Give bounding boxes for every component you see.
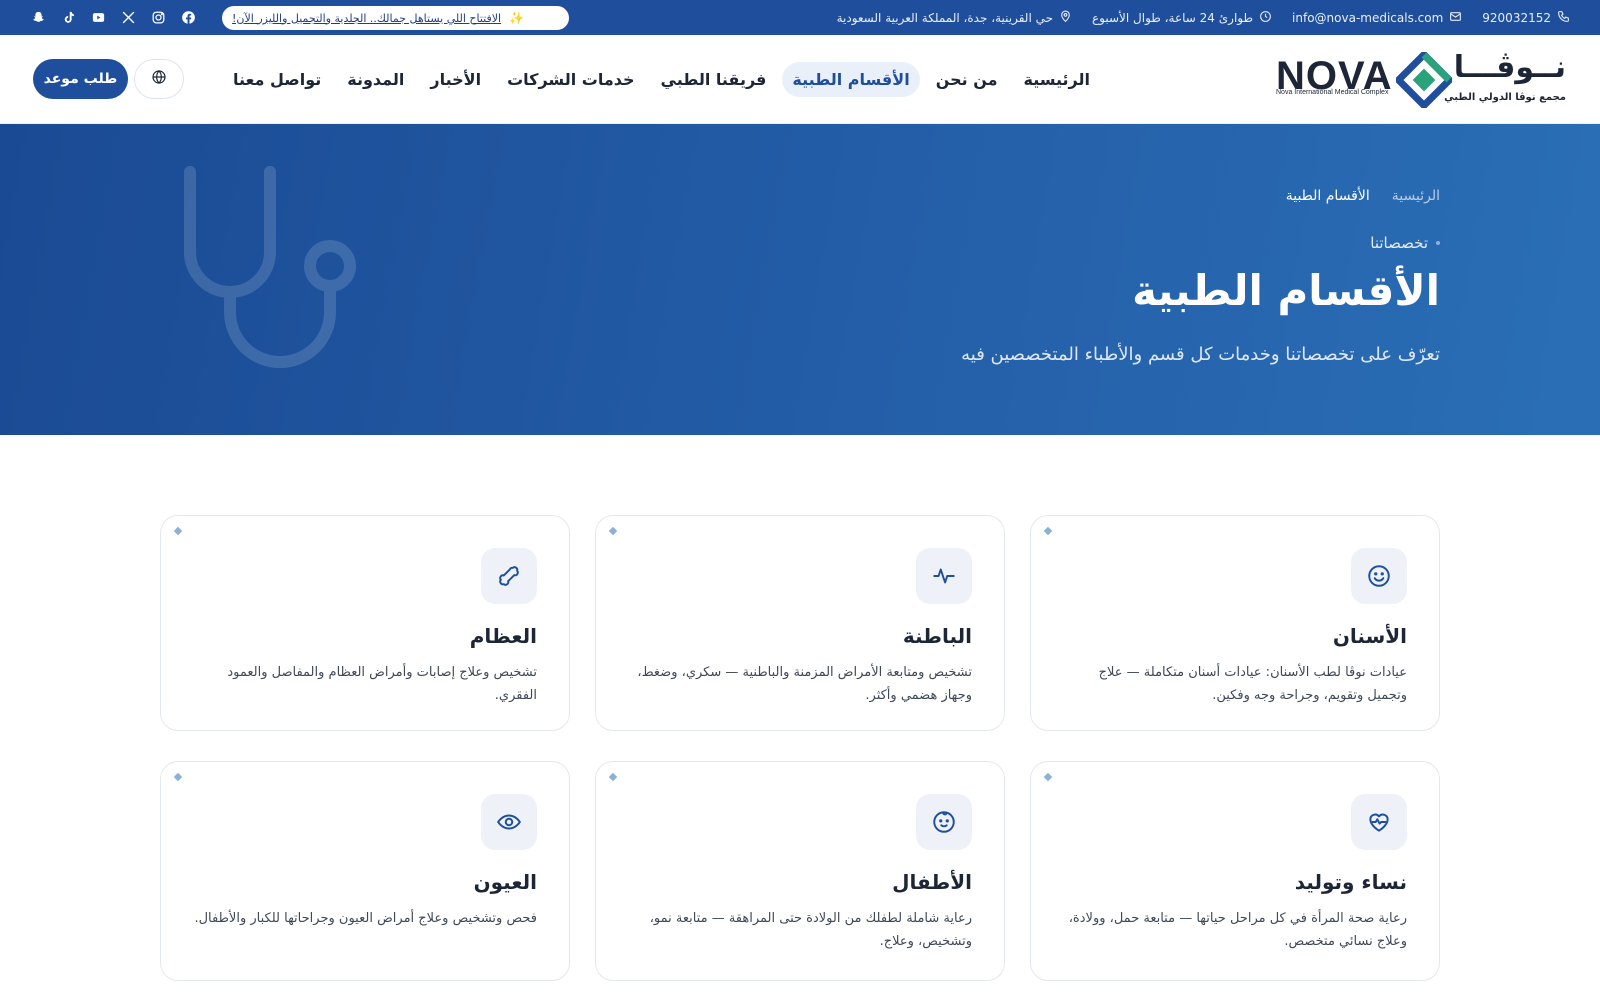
department-card-orthopedics[interactable]: العظام تشخيص وعلاج إصابات وأمراض العظام …	[160, 515, 570, 731]
top-bar: ✨ الافتتاح اللي يستاهل جمالك.. الجلدية و…	[0, 0, 1600, 35]
address-text: حي القرينية، جدة، المملكة العربية السعود…	[836, 10, 1054, 25]
breadcrumb-current: الأقسام الطبية	[1285, 188, 1370, 204]
department-title: الأطفال	[892, 870, 972, 894]
corner-dot	[608, 526, 618, 536]
breadcrumb: الرئيسية الأقسام الطبية	[1286, 188, 1440, 204]
corner-dot	[1043, 772, 1053, 782]
email-address: info@nova-medicals.com	[1292, 10, 1444, 25]
department-card-pediatrics[interactable]: الأطفال رعاية شاملة لطفلك من الولادة حتى…	[595, 761, 1005, 981]
breadcrumb-home[interactable]: الرئيسية	[1392, 188, 1440, 204]
nav-item-about[interactable]: من نحن	[926, 62, 1008, 97]
youtube-icon[interactable]	[90, 10, 106, 26]
globe-icon	[151, 69, 167, 89]
phone-number: 920032152	[1482, 10, 1551, 25]
department-description: تشخيص ومتابعة الأمراض المزمنة والباطنية …	[637, 665, 972, 703]
page-title: الأقسام الطبية	[1132, 266, 1440, 315]
phone-item[interactable]: 920032152	[1482, 10, 1570, 26]
department-description: عيادات نوڤا لطب الأسنان: عيادات أسنان مت…	[1098, 665, 1407, 703]
corner-dot	[1043, 526, 1053, 536]
nav-item-contact[interactable]: تواصل معنا	[223, 62, 331, 97]
department-description: رعاية شاملة لطفلك من الولادة حتى المراهق…	[649, 911, 972, 949]
heart-pulse-icon	[1351, 794, 1407, 850]
department-title: الأسنان	[1332, 624, 1407, 648]
department-title: نساء وتوليد	[1294, 870, 1407, 894]
eye-icon	[481, 794, 537, 850]
eyebrow-text: تخصصاتنا	[1370, 234, 1428, 252]
smile-icon	[1351, 548, 1407, 604]
hero-banner: الرئيسية الأقسام الطبية تخصصاتنا الأقسام…	[0, 124, 1600, 435]
department-description: فحص وتشخيص وعلاج أمراض العيون وجراحاتها …	[194, 911, 537, 926]
instagram-icon[interactable]	[150, 10, 166, 26]
hours-item: طوارئ 24 ساعة، طوال الأسبوع	[1092, 10, 1272, 26]
nav-item-team[interactable]: فريقنا الطبي	[651, 62, 777, 97]
departments-grid: الأسنان عيادات نوڤا لطب الأسنان: عيادات …	[160, 515, 1440, 985]
department-title: العظام	[469, 624, 537, 648]
department-description: تشخيص وعلاج إصابات وأمراض العظام والمفاص…	[227, 665, 537, 703]
mail-icon	[1449, 10, 1462, 26]
facebook-icon[interactable]	[180, 10, 196, 26]
logo-arabic-subtitle: مجمع نوڤا الدولي الطبي	[1444, 92, 1566, 103]
tiktok-icon[interactable]	[60, 10, 76, 26]
department-card-obgyn[interactable]: نساء وتوليد رعاية صحة المرأة في كل مراحل…	[1030, 761, 1440, 981]
clock-icon	[1259, 10, 1272, 26]
nav-item-corporate[interactable]: خدمات الشركات	[497, 62, 644, 97]
corner-dot	[608, 772, 618, 782]
department-card-dental[interactable]: الأسنان عيادات نوڤا لطب الأسنان: عيادات …	[1030, 515, 1440, 731]
location-pin-icon	[1059, 10, 1072, 26]
snapchat-icon[interactable]	[30, 10, 46, 26]
department-description: رعاية صحة المرأة في كل مراحل حياتها — مت…	[1068, 911, 1407, 949]
social-links	[30, 0, 196, 35]
pulse-icon	[916, 548, 972, 604]
address-item: حي القرينية، جدة، المملكة العربية السعود…	[837, 10, 1072, 26]
page-subtitle: تعرّف على تخصصاتنا وخدمات كل قسم والأطبا…	[961, 344, 1440, 365]
promo-text[interactable]: الافتتاح اللي يستاهل جمالك.. الجلدية وال…	[232, 12, 501, 25]
nav-item-news[interactable]: الأخبار	[420, 62, 491, 97]
eyebrow-dot	[1436, 241, 1440, 245]
nav-menu: الرئيسية من نحن الأقسام الطبية فريقنا ال…	[223, 59, 1100, 99]
department-card-internal[interactable]: الباطنة تشخيص ومتابعة الأمراض المزمنة وا…	[595, 515, 1005, 731]
main-nav: NOVA Nova International Medical Complex …	[0, 35, 1600, 124]
stethoscope-icon	[184, 166, 356, 368]
department-card-ophthalmology[interactable]: العيون فحص وتشخيص وعلاج أمراض العيون وجر…	[160, 761, 570, 981]
language-button[interactable]	[134, 59, 184, 99]
email-item[interactable]: info@nova-medicals.com	[1292, 10, 1462, 26]
logo-latin-subtitle: Nova International Medical Complex	[1276, 89, 1389, 96]
bone-icon	[481, 548, 537, 604]
hero-eyebrow: تخصصاتنا	[1370, 234, 1440, 252]
x-icon[interactable]	[120, 10, 136, 26]
corner-dot	[173, 526, 183, 536]
sparkle-icon: ✨	[509, 11, 525, 25]
nav-item-departments[interactable]: الأقسام الطبية	[782, 61, 920, 97]
department-title: الباطنة	[902, 624, 972, 648]
baby-icon	[916, 794, 972, 850]
corner-dot	[173, 772, 183, 782]
phone-icon	[1557, 10, 1570, 26]
nav-item-home[interactable]: الرئيسية	[1014, 62, 1101, 97]
department-title: العيون	[473, 870, 537, 894]
nova-logo[interactable]: NOVA Nova International Medical Complex …	[1276, 50, 1566, 110]
hours-text: طوارئ 24 ساعة، طوال الأسبوع	[1092, 10, 1254, 25]
contact-info: 920032152 info@nova-medicals.com طوارئ 2…	[837, 0, 1570, 35]
nav-item-blog[interactable]: المدونة	[337, 62, 414, 97]
logo-arabic: نــوڤـــا	[1453, 50, 1566, 85]
promo-pill[interactable]: ✨ الافتتاح اللي يستاهل جمالك.. الجلدية و…	[222, 6, 569, 30]
book-appointment-button[interactable]: طلب موعد	[33, 59, 128, 99]
